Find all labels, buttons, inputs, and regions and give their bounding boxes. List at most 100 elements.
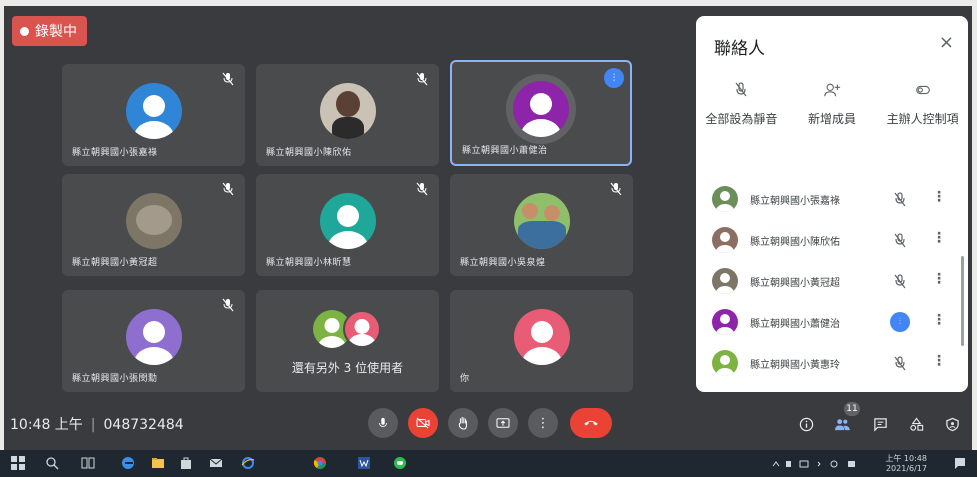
self-tile[interactable]: 你 — [450, 290, 633, 392]
taskbar-time: 上午 10:48 — [885, 454, 927, 463]
camera-off-icon — [416, 417, 430, 429]
video-tile-active-speaker[interactable]: ⫶ 縣立朝興國小蕭健治 — [450, 60, 632, 166]
task-view-icon[interactable] — [80, 456, 96, 470]
camera-button[interactable] — [408, 408, 438, 438]
chrome-icon[interactable] — [312, 456, 328, 470]
activities-button[interactable] — [906, 414, 926, 434]
participant-list: 縣立朝興國小張嘉祿 ⋮ 縣立朝興國小陳欣佑 ⋮ 縣立朝興國小黃冠超 ⋮ 縣立朝興… — [696, 178, 968, 383]
participant-name: 縣立朝興國小黃惠玲 — [750, 360, 840, 371]
participant-name: 縣立朝興國小吳泉煌 — [460, 258, 546, 268]
mic-off-icon[interactable] — [892, 355, 908, 371]
video-tile[interactable]: 縣立朝興國小黃冠超 — [62, 174, 245, 276]
list-item[interactable]: 縣立朝興國小蕭健治 ⫶ ⋮ — [696, 301, 968, 342]
avatar — [712, 227, 738, 253]
mic-off-icon[interactable] — [892, 191, 908, 207]
participant-name: 你 — [460, 374, 470, 384]
meeting-code: 048732484 — [103, 417, 184, 433]
video-tile[interactable]: 縣立朝興國小吳泉煌 — [450, 174, 633, 276]
avatar-photo — [319, 82, 376, 139]
participant-name: 縣立朝興國小林昕慧 — [266, 258, 352, 268]
list-item[interactable]: 縣立朝興國小張嘉祿 ⋮ — [696, 178, 968, 219]
raise-hand-button[interactable] — [448, 408, 478, 438]
taskbar-clock[interactable]: 上午 10:48 2021/6/17 — [885, 454, 927, 474]
participant-name: 縣立朝興國小張嘉祿 — [750, 196, 840, 207]
leave-call-button[interactable] — [570, 408, 612, 438]
mic-icon — [379, 417, 387, 427]
add-people-button[interactable]: 新增成員 — [787, 80, 878, 128]
mic-off-icon — [416, 72, 428, 86]
more-options-icon[interactable]: ⋮ — [932, 271, 946, 287]
meeting-info: 10:48 上午 | 048732484 — [10, 414, 184, 434]
word-icon[interactable] — [356, 456, 372, 470]
activities-icon — [909, 416, 923, 431]
avatar — [319, 192, 376, 249]
participant-name: 縣立朝興國小陳欣佑 — [266, 148, 352, 158]
panel-scrollbar[interactable] — [961, 256, 964, 346]
meeting-details-button[interactable] — [796, 414, 816, 434]
people-icon — [834, 418, 850, 430]
chat-button[interactable] — [870, 414, 890, 434]
participant-count-badge: 11 — [844, 402, 860, 416]
participant-name: 縣立朝興國小蕭健治 — [462, 146, 548, 156]
line-icon[interactable] — [392, 456, 408, 470]
mic-off-icon — [222, 298, 234, 312]
windows-taskbar: 上午 10:48 2021/6/17 — [0, 450, 977, 477]
mute-all-button[interactable]: 全部設為靜音 — [696, 80, 787, 128]
people-button[interactable] — [832, 414, 852, 434]
present-button[interactable] — [488, 408, 518, 438]
more-options-icon[interactable]: ⋮ — [932, 189, 946, 205]
info-icon — [799, 417, 813, 431]
avatar — [125, 82, 182, 139]
more-options-icon[interactable]: ⋮ — [932, 312, 946, 328]
list-item[interactable]: 縣立朝興國小陳欣佑 ⋮ — [696, 219, 968, 260]
video-tile[interactable]: 縣立朝興國小林昕慧 — [256, 174, 439, 276]
video-tile[interactable]: 縣立朝興國小張閔勳 — [62, 290, 245, 392]
meet-window: 錄製中 縣立朝興國小張嘉祿 縣立朝興國小陳欣佑 ⫶ 縣立朝興國小蕭健治 縣立朝興… — [4, 6, 972, 450]
avatar — [712, 309, 738, 335]
mic-off-icon[interactable] — [892, 273, 908, 289]
mic-off-icon[interactable] — [892, 232, 908, 248]
avatar — [125, 308, 182, 365]
internet-explorer-icon[interactable] — [240, 456, 256, 470]
system-tray-icons[interactable] — [772, 459, 882, 469]
mail-icon[interactable] — [208, 456, 224, 470]
others-tile[interactable]: 還有另外 3 位使用者 — [256, 290, 439, 392]
edge-icon[interactable] — [120, 456, 136, 470]
other-participants-avatars — [312, 310, 383, 350]
others-count-text: 還有另外 3 位使用者 — [291, 361, 404, 375]
host-controls-button[interactable]: 主辦人控制項 — [877, 80, 968, 128]
video-tile[interactable]: 縣立朝興國小陳欣佑 — [256, 64, 439, 166]
record-dot-icon — [20, 26, 29, 36]
more-options-button[interactable]: ⋮ — [528, 408, 558, 438]
mic-button[interactable] — [368, 408, 398, 438]
chat-icon — [873, 417, 887, 432]
windows-start-icon[interactable] — [10, 456, 26, 470]
search-icon[interactable] — [44, 456, 60, 470]
avatar-photo — [513, 192, 570, 249]
present-screen-icon — [496, 418, 510, 428]
participant-name: 縣立朝興國小黃冠超 — [750, 278, 840, 289]
notification-icon[interactable] — [952, 456, 968, 470]
avatar — [712, 350, 738, 376]
shield-icon — [945, 417, 959, 431]
more-options-icon[interactable]: ⋮ — [932, 230, 946, 246]
close-icon[interactable]: × — [939, 32, 954, 53]
panel-title: 聯絡人 — [714, 39, 765, 59]
participant-name: 縣立朝興國小陳欣佑 — [750, 237, 840, 248]
store-icon[interactable] — [178, 456, 194, 470]
avatar — [513, 80, 569, 137]
participant-name: 縣立朝興國小黃冠超 — [72, 258, 158, 268]
list-item[interactable]: 縣立朝興國小黃冠超 ⋮ — [696, 260, 968, 301]
panel-actions: 全部設為靜音 新增成員 主辦人控制項 — [696, 80, 968, 128]
avatar — [513, 308, 570, 365]
mute-all-icon — [735, 82, 747, 97]
more-options-icon[interactable]: ⋮ — [932, 353, 946, 369]
video-tile[interactable]: 縣立朝興國小張嘉祿 — [62, 64, 245, 166]
list-item[interactable]: 縣立朝興國小黃惠玲 ⋮ — [696, 342, 968, 383]
people-panel: 聯絡人 × 全部設為靜音 新增成員 主辦人控制項 縣立朝興國小張嘉祿 ⋮ 縣立朝… — [696, 16, 968, 392]
host-controls-bar-button[interactable] — [942, 414, 962, 434]
participant-name: 縣立朝興國小張嘉祿 — [72, 148, 158, 158]
avatar — [712, 186, 738, 212]
avatar-photo — [125, 192, 182, 249]
file-explorer-icon[interactable] — [150, 456, 166, 470]
